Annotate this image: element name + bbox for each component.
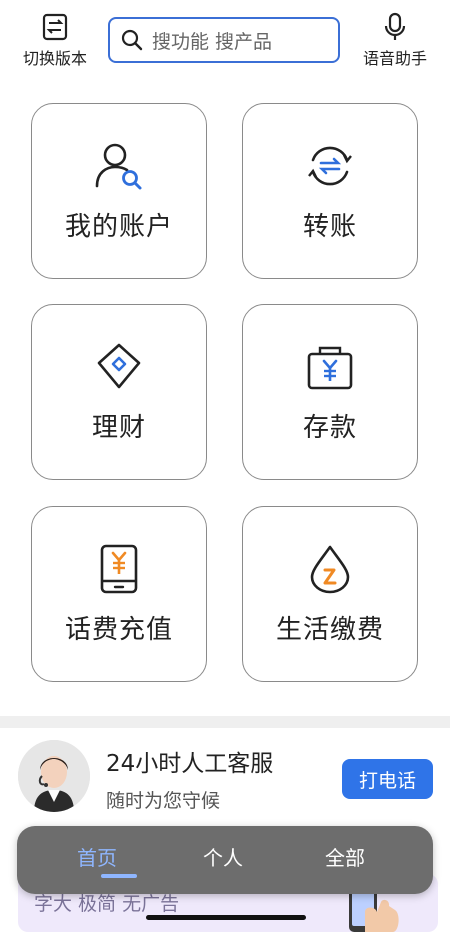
service-subtitle: 随时为您守候 [106,790,221,812]
voice-assistant-label: 语音助手 [362,49,427,68]
tile-utilities[interactable]: 生活缴费 [242,506,418,682]
bottom-nav: 首页 个人 全部 [17,826,433,894]
search-placeholder: 搜功能 搜产品 [152,30,273,53]
call-button[interactable]: 打电话 [342,759,433,799]
nav-personal[interactable]: 个人 [203,842,243,871]
voice-assistant-button[interactable]: 语音助手 [358,12,432,69]
tile-label: 话费充值 [64,614,173,645]
nav-home[interactable]: 首页 [77,842,117,871]
tile-label: 生活缴费 [275,614,384,645]
search-input[interactable]: 搜功能 搜产品 [108,17,340,63]
tile-wealth[interactable]: 理财 [31,304,207,480]
tile-phone-topup[interactable]: 话费充值 [31,506,207,682]
customer-service-row[interactable]: 24小时人工客服 随时为您守候 打电话 [0,728,450,828]
switch-version-label: 切换版本 [22,49,87,68]
switch-version-icon [42,13,68,41]
diamond-icon [97,343,141,388]
tile-my-account[interactable]: 我的账户 [31,103,207,279]
section-divider [0,716,450,728]
top-header: 切换版本 搜功能 搜产品 语音助手 [0,0,450,80]
microphone-icon [384,12,406,40]
utility-drop-icon [310,545,350,593]
nav-active-indicator [101,874,137,878]
switch-version-button[interactable]: 切换版本 [18,12,92,69]
account-search-icon [95,143,142,189]
tile-transfer[interactable]: 转账 [242,103,418,279]
deposit-bag-icon [307,346,353,389]
search-icon [121,29,143,51]
transfer-icon [308,146,352,185]
avatar [18,740,90,812]
app-home-screen: 切换版本 搜功能 搜产品 语音助手 我的账户 转账 理财 存款 话费充值 生活缴… [0,0,450,932]
service-title: 24小时人工客服 [106,751,274,777]
tile-label: 转账 [302,211,357,242]
tile-deposit[interactable]: 存款 [242,304,418,480]
phone-topup-icon [100,544,138,593]
home-indicator[interactable] [146,915,306,920]
tile-label: 理财 [91,412,146,443]
nav-all[interactable]: 全部 [325,842,365,871]
tile-label: 我的账户 [64,211,173,242]
tile-label: 存款 [302,412,357,443]
